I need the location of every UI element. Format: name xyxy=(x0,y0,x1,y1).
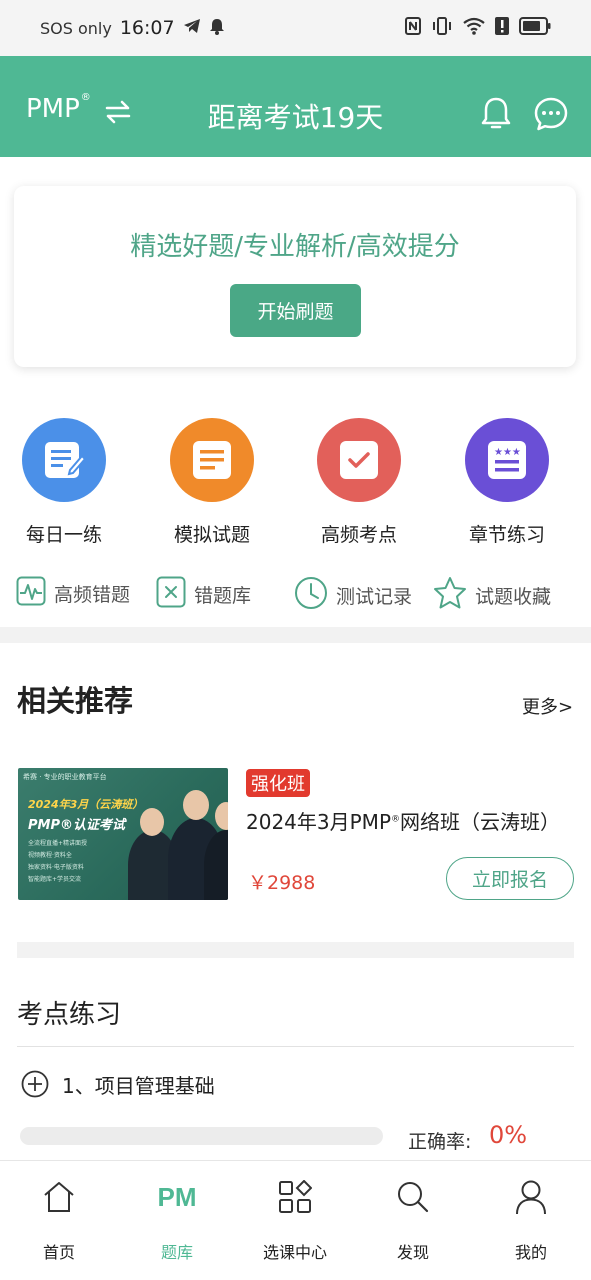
feature-mock-exam[interactable]: 模拟试题 xyxy=(152,418,272,547)
start-practice-button[interactable]: 开始刷题 xyxy=(230,284,361,337)
banner-slogan: 精选好题/专业解析/高效提分 xyxy=(130,232,460,262)
accuracy-value: 0% xyxy=(489,1121,528,1149)
status-bar: SOS only 16:07 xyxy=(0,0,591,56)
user-icon xyxy=(481,1177,581,1217)
sub-label: 错题库 xyxy=(194,585,252,607)
sub-error-bank[interactable]: 错题库 xyxy=(156,576,251,613)
expand-plus-icon[interactable] xyxy=(21,1070,49,1102)
practice-banner-card: 精选好题/专业解析/高效提分 开始刷题 xyxy=(14,186,576,367)
feature-label: 高频考点 xyxy=(320,524,397,546)
topic-progress-bar xyxy=(20,1127,383,1145)
practice-title: 考点练习 xyxy=(17,1000,122,1030)
search-icon xyxy=(363,1177,463,1217)
sub-favorites[interactable]: 试题收藏 xyxy=(433,576,551,615)
recommend-title: 相关推荐 xyxy=(17,684,134,718)
nav-label: 选课中心 xyxy=(262,1243,327,1262)
alert-icon xyxy=(495,17,509,39)
bell-small-icon xyxy=(209,18,225,39)
nav-question-bank[interactable]: PM 题库 xyxy=(127,1177,227,1263)
clock: 16:07 xyxy=(119,17,175,39)
thumb-bullet: 视频教程·资料全 xyxy=(28,852,72,859)
section-divider xyxy=(17,942,574,958)
nav-label: 我的 xyxy=(514,1243,547,1262)
brand-mark: ® xyxy=(80,92,91,103)
feature-key-points[interactable]: 高频考点 xyxy=(299,418,419,547)
sub-frequent-errors[interactable]: 高频错题 xyxy=(16,576,130,611)
carrier-text: SOS only xyxy=(40,18,112,38)
thumb-bullet: 全流程直播+精讲面授 xyxy=(28,840,88,847)
svg-text:★★★: ★★★ xyxy=(494,447,521,458)
nav-label: 题库 xyxy=(160,1243,193,1262)
check-square-icon xyxy=(317,418,401,502)
thumb-title: PMP®认证考试 xyxy=(28,818,125,833)
accuracy-label: 正确率: xyxy=(408,1131,472,1153)
message-icon[interactable] xyxy=(533,96,569,136)
pm-icon: PM xyxy=(127,1177,227,1217)
home-icon xyxy=(9,1177,109,1217)
thumb-date: 2024年3月（云涛班） xyxy=(28,798,144,811)
feature-label: 每日一练 xyxy=(25,524,102,546)
waveform-icon xyxy=(16,576,46,611)
nav-label: 发现 xyxy=(396,1243,429,1262)
battery-icon xyxy=(519,17,551,39)
wifi-icon xyxy=(463,17,485,39)
thumb-org: 希赛 · 专业的职业教育平台 xyxy=(23,773,107,781)
brand-name: PMP xyxy=(26,94,80,124)
feature-daily-practice[interactable]: 每日一练 xyxy=(4,418,124,547)
enroll-button[interactable]: 立即报名 xyxy=(446,857,574,900)
nav-profile[interactable]: 我的 xyxy=(481,1177,581,1263)
bottom-nav: 首页 PM 题库 选课中心 发现 我的 xyxy=(0,1160,591,1280)
sub-label: 测试记录 xyxy=(336,586,413,608)
nav-label: 首页 xyxy=(42,1243,75,1262)
document-icon xyxy=(170,418,254,502)
nav-home[interactable]: 首页 xyxy=(9,1177,109,1263)
sub-test-records[interactable]: 测试记录 xyxy=(294,576,412,615)
person-head xyxy=(183,790,209,820)
course-name[interactable]: 2024年3月PMP®网络班（云涛班） xyxy=(246,806,560,835)
edit-note-icon xyxy=(22,418,106,502)
thumb-bullet: 智能题库+学员交流 xyxy=(28,876,82,883)
section-divider xyxy=(0,627,591,643)
feature-label: 章节练习 xyxy=(468,524,545,546)
course-tag: 强化班 xyxy=(246,769,310,797)
course-thumbnail[interactable]: 希赛 · 专业的职业教育平台 2024年3月（云涛班） PMP®认证考试 全流程… xyxy=(18,768,228,900)
switch-arrows-icon[interactable] xyxy=(105,100,131,128)
feature-label: 模拟试题 xyxy=(173,524,250,546)
brand-switch[interactable]: PMP ® xyxy=(26,92,91,124)
sub-label: 试题收藏 xyxy=(475,586,552,608)
list-icon: ★★★ xyxy=(465,418,549,502)
notification-bell-icon[interactable] xyxy=(480,96,512,136)
x-box-icon xyxy=(156,576,186,613)
star-icon xyxy=(433,576,467,615)
person-head xyxy=(140,808,164,836)
sub-label: 高频错题 xyxy=(54,584,131,606)
course-name-mark: ® xyxy=(391,814,400,825)
course-name-suffix: 网络班（云涛班） xyxy=(400,810,560,834)
course-name-main: 2024年3月PMP xyxy=(246,810,391,834)
feature-chapter-practice[interactable]: ★★★ 章节练习 xyxy=(447,418,567,547)
app-header: PMP ® 距离考试19天 xyxy=(0,56,591,157)
nfc-icon xyxy=(405,17,421,39)
divider-line xyxy=(17,1046,574,1047)
more-link[interactable]: 更多> xyxy=(522,693,573,719)
pm-icon-text: PM xyxy=(157,1181,197,1212)
thumb-bullet: 独家资料·电子版资料 xyxy=(28,864,84,871)
clock-icon xyxy=(294,576,328,615)
course-price: ￥2988 xyxy=(248,872,316,894)
apps-icon xyxy=(245,1177,345,1217)
nav-discover[interactable]: 发现 xyxy=(363,1177,463,1263)
nav-course-center[interactable]: 选课中心 xyxy=(245,1177,345,1263)
telegram-icon xyxy=(183,18,201,38)
person-head xyxy=(215,802,228,830)
topic-label[interactable]: 1、项目管理基础 xyxy=(62,1070,215,1099)
vibrate-icon xyxy=(431,17,453,39)
